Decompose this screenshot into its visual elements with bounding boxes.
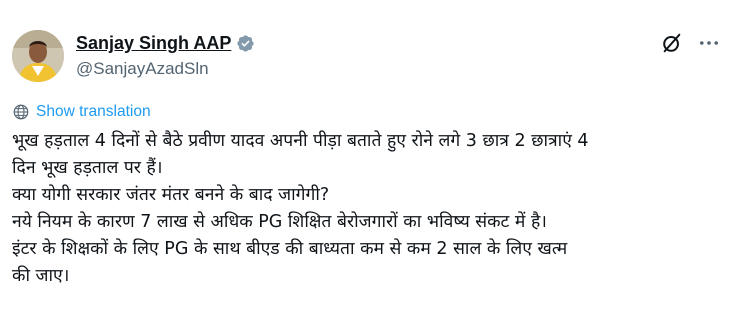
author-avatar[interactable] [12,30,64,82]
name-row: Sanjay Singh AAP [76,32,255,54]
author-display-name[interactable]: Sanjay Singh AAP [76,32,231,54]
author-info: Sanjay Singh AAP @SanjayAzadSln [76,32,255,79]
tweet-line: इंटर के शिक्षकों के लिए PG के साथ बीएड क… [12,239,568,259]
tweet-line: क्या योगी सरकार जंतर मंतर बनने के बाद जा… [12,185,330,205]
verified-badge-icon[interactable] [236,34,255,53]
show-translation-button[interactable]: Show translation [12,103,151,121]
author-handle[interactable]: @SanjayAzadSln [76,59,255,79]
show-translation-label[interactable]: Show translation [36,103,151,121]
tweet-card: Sanjay Singh AAP @SanjayAzadSln Show tra… [0,0,732,318]
more-options-icon[interactable] [698,34,720,52]
translate-globe-icon [13,104,29,120]
tweet-line: दिन भूख हड़ताल पर हैं। [12,158,163,178]
tweet-line: की जाए। [12,266,70,286]
grok-icon[interactable] [661,32,683,54]
tweet-body: भूख हड़ताल 4 दिनों से बैठे प्रवीण यादव अ… [12,128,724,290]
avatar-photo [12,30,64,82]
tweet-line: भूख हड़ताल 4 दिनों से बैठे प्रवीण यादव अ… [12,131,589,151]
tweet-line: नये नियम के कारण 7 लाख से अधिक PG शिक्षि… [12,212,547,232]
